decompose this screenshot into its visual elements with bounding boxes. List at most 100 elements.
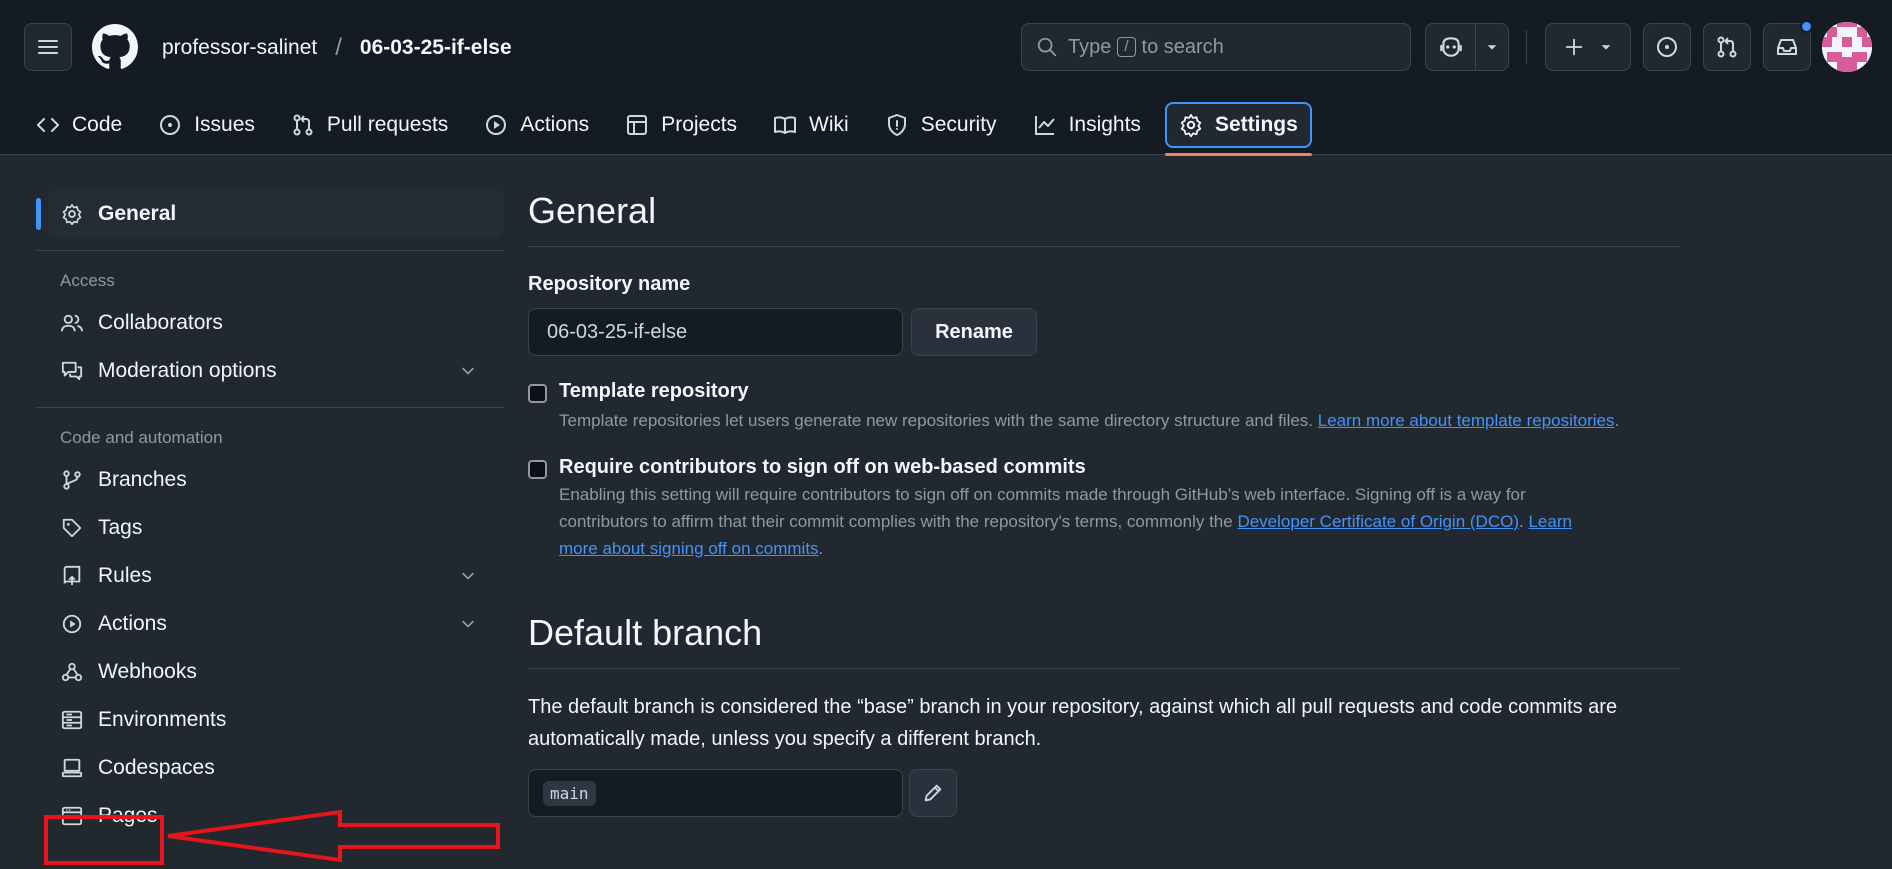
chevron-down-icon[interactable]: [458, 614, 478, 634]
rename-button[interactable]: Rename: [911, 308, 1037, 356]
tab-security[interactable]: Security: [873, 102, 1009, 148]
breadcrumb-separator: /: [335, 34, 342, 61]
owner-link[interactable]: professor-salinet: [162, 36, 317, 60]
sidebar-divider: [36, 250, 504, 251]
sidebar-item-environments[interactable]: Environments: [36, 696, 504, 744]
annotation-arrow-icon: [167, 809, 500, 863]
tab-label: Settings: [1214, 113, 1298, 136]
tab-wiki[interactable]: Wiki: [761, 102, 861, 148]
global-bar: professor-salinet / 06-03-25-if-else Typ…: [0, 0, 1892, 94]
tab-code[interactable]: Code: [24, 102, 134, 148]
sidebar-item-actions[interactable]: Actions: [36, 600, 504, 648]
signoff-learn-more-link[interactable]: Learn: [1528, 512, 1571, 531]
github-logo-icon[interactable]: [92, 24, 138, 70]
chevron-down-icon: [1485, 40, 1499, 54]
page-title: General: [528, 190, 657, 231]
punctuation: .: [818, 539, 824, 558]
tag-icon: [60, 517, 84, 539]
tab-settings[interactable]: Settings: [1164, 102, 1312, 156]
sidebar-item-webhooks[interactable]: Webhooks: [36, 648, 504, 696]
tab-label: Code: [72, 113, 123, 136]
signoff-checkbox[interactable]: [528, 460, 547, 479]
sidebar-item-label: Branches: [98, 468, 187, 491]
repo-name-input[interactable]: 06-03-25-if-else: [528, 308, 903, 356]
template-repository-checkbox[interactable]: [528, 384, 547, 403]
pull-requests-button[interactable]: [1703, 23, 1751, 71]
default-branch-description: The default branch is considered the “ba…: [528, 696, 1618, 750]
header-divider: [1526, 30, 1527, 64]
notification-indicator: [1800, 20, 1813, 33]
plus-icon: [1563, 36, 1585, 58]
tab-insights[interactable]: Insights: [1021, 102, 1153, 148]
git-branch-icon: [60, 469, 84, 491]
tab-pull-requests[interactable]: Pull requests: [279, 102, 460, 148]
search-input[interactable]: Type / to search: [1021, 23, 1411, 71]
description-text: Template repositories let users generate…: [559, 411, 1314, 430]
tab-issues[interactable]: Issues: [146, 102, 267, 148]
chevron-down-icon[interactable]: [458, 361, 478, 381]
issues-button[interactable]: [1643, 23, 1691, 71]
default-branch-row: main: [528, 769, 1680, 817]
copilot-button[interactable]: [1426, 24, 1475, 70]
sidebar-item-label: Codespaces: [98, 756, 215, 779]
graph-icon: [1033, 113, 1057, 137]
signoff-option: Require contributors to sign off on web-…: [528, 456, 1680, 562]
menu-button[interactable]: [24, 23, 72, 71]
play-icon: [60, 613, 84, 635]
tab-label: Pull requests: [326, 113, 449, 136]
description-text: Enabling this setting will require contr…: [559, 485, 1526, 504]
chevron-down-icon[interactable]: [458, 566, 478, 586]
tab-label: Security: [920, 113, 997, 136]
sidebar-item-branches[interactable]: Branches: [36, 456, 504, 504]
issue-opened-icon: [1655, 35, 1679, 59]
issue-opened-icon: [158, 113, 182, 137]
sidebar-item-general[interactable]: General: [36, 190, 504, 238]
repo-link[interactable]: 06-03-25-if-else: [360, 36, 512, 60]
chevron-down-icon: [1599, 40, 1613, 54]
code-icon: [36, 113, 60, 137]
sidebar-divider: [36, 407, 504, 408]
sidebar-item-collaborators[interactable]: Collaborators: [36, 299, 504, 347]
tab-projects[interactable]: Projects: [613, 102, 749, 148]
default-branch-field: main: [528, 769, 903, 817]
sidebar-heading-access: Access: [60, 271, 115, 290]
sidebar-item-label: Webhooks: [98, 660, 197, 683]
search-shortcut-key: /: [1117, 37, 1136, 57]
section-divider: [528, 668, 1680, 669]
tab-actions[interactable]: Actions: [472, 102, 601, 148]
sidebar-item-tags[interactable]: Tags: [36, 504, 504, 552]
copilot-menu-button[interactable]: [1476, 24, 1508, 70]
tab-label: Insights: [1068, 113, 1141, 136]
tab-label: Wiki: [809, 113, 849, 136]
copilot-button-group: [1425, 23, 1509, 71]
default-branch-title: Default branch: [528, 612, 763, 653]
tab-label: Issues: [194, 113, 255, 136]
template-repository-option: Template repository Template repositorie…: [528, 380, 1680, 434]
sidebar-item-moderation-options[interactable]: Moderation options: [36, 347, 504, 395]
webhook-icon: [60, 661, 84, 683]
search-icon: [1036, 36, 1058, 58]
punctuation: .: [1614, 411, 1620, 430]
codespaces-icon: [60, 757, 84, 779]
signoff-learn-more-link-cont[interactable]: more about signing off on commits: [559, 539, 819, 558]
avatar[interactable]: [1822, 22, 1872, 72]
copilot-icon: [1438, 34, 1464, 60]
server-icon: [60, 709, 84, 731]
create-new-button[interactable]: [1545, 23, 1631, 71]
pencil-icon: [922, 782, 944, 804]
template-learn-more-link[interactable]: Learn more about template repositories: [1318, 411, 1615, 430]
settings-main: General Repository name 06-03-25-if-else…: [528, 190, 1680, 817]
edit-default-branch-button[interactable]: [909, 769, 957, 817]
repo-name-row: 06-03-25-if-else Rename: [528, 308, 1680, 356]
signoff-title: Require contributors to sign off on web-…: [559, 456, 1086, 478]
inbox-icon: [1775, 35, 1799, 59]
play-icon: [484, 113, 508, 137]
sidebar-item-rules[interactable]: Rules: [36, 552, 504, 600]
sidebar-item-label: Rules: [98, 564, 152, 587]
search-placeholder-prefix: Type: [1068, 35, 1112, 58]
sidebar-item-label: Tags: [98, 516, 143, 539]
dco-link[interactable]: Developer Certificate of Origin (DCO): [1237, 512, 1519, 531]
sidebar-item-codespaces[interactable]: Codespaces: [36, 744, 504, 792]
repo-push-icon: [60, 565, 84, 587]
gear-icon: [60, 203, 84, 225]
